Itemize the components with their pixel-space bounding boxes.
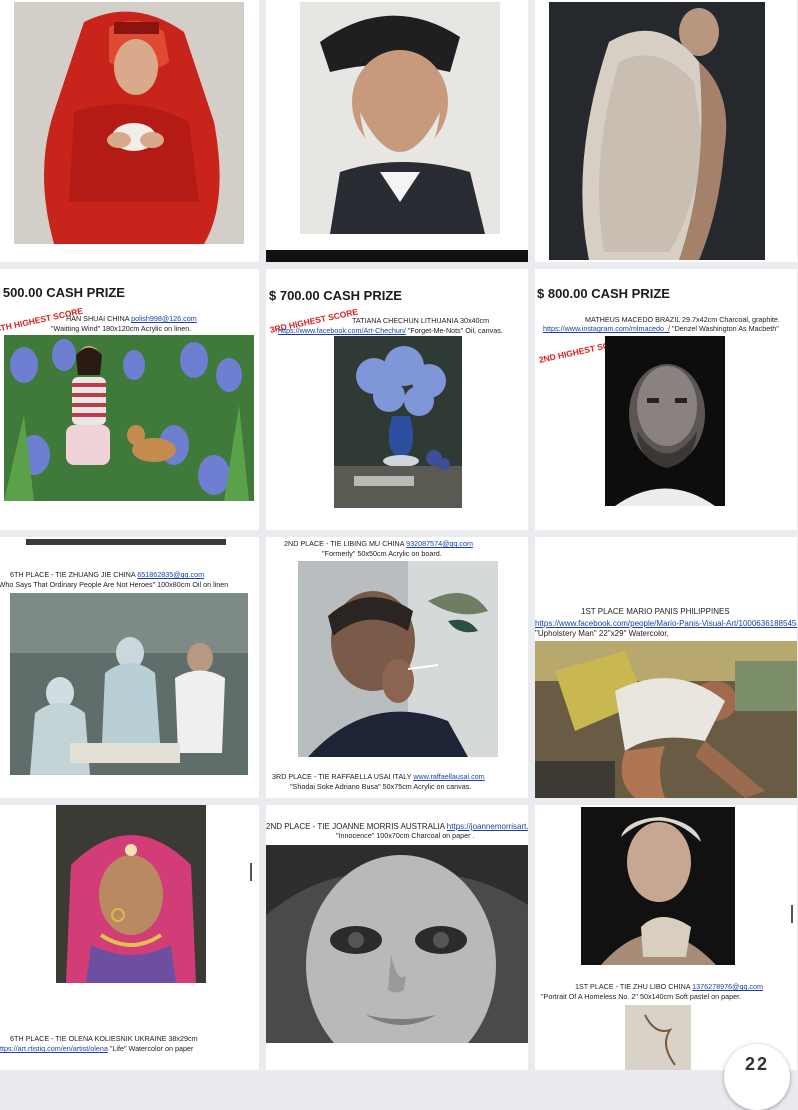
artwork-details-line: "Upholstery Man" 22"x29" Watercolor, xyxy=(535,629,669,638)
artist-name: HAN SHUAI CHINA xyxy=(66,314,130,323)
artwork-details: "Innocence" 100x70cm Charcoal on paper . xyxy=(336,831,475,840)
fab-label: 22 xyxy=(744,1054,770,1074)
artist-instagram-link[interactable]: https://www.instagram.com/mlmacedo_/ xyxy=(543,324,670,333)
artist-website-link[interactable]: www.raffaellausai.com xyxy=(413,772,484,781)
cash-prize-heading: $ 800.00 CASH PRIZE xyxy=(537,286,670,301)
artist-website-link[interactable]: https://art.rtistiq.com/en/artist/olena xyxy=(0,1044,108,1053)
artist-name: 2ND PLACE - TIE JOANNE MORRIS AUSTRALIA xyxy=(266,822,445,831)
painting-medical-heroes[interactable] xyxy=(10,593,248,775)
painting-old-man-black-hat[interactable] xyxy=(300,2,500,234)
artwork-details: "Formerly" 50x50cm Acrylic on board. xyxy=(322,549,442,558)
artist-line: 1ST PLACE MARIO PANIS PHILIPPINES xyxy=(581,607,730,616)
tile-mario-panis[interactable]: 1ST PLACE MARIO PANIS PHILIPPINES https:… xyxy=(535,537,797,798)
artwork-line: https://art.rtistiq.com/en/artist/olena … xyxy=(0,1044,194,1053)
artist-name: 2ND PLACE - TIE LIBING MU CHINA xyxy=(284,539,405,548)
painting-elderly-woman-homeless[interactable] xyxy=(581,807,735,965)
tile-tatiana-chechun[interactable]: $ 700.00 CASH PRIZE 3RD HIGHEST SCORE TA… xyxy=(266,269,528,530)
artwork-line: https://www.facebook.com/Art-Chechun/ "F… xyxy=(278,326,503,335)
tile-zhu-libo[interactable]: 1ST PLACE - TIE ZHU LIBO CHINA 137627897… xyxy=(535,805,797,1070)
artist-website-link[interactable]: https://joannemorrisart.com xyxy=(447,822,528,831)
artist-line: 6TH PLACE - TIE ZHUANG JIE CHINA 6518628… xyxy=(10,570,204,579)
artist-facebook-link[interactable]: https://www.facebook.com/people/Mario-Pa… xyxy=(535,619,797,628)
artist-line: 2ND PLACE - TIE LIBING MU CHINA 93208757… xyxy=(284,539,473,548)
painting-child-face-charcoal[interactable] xyxy=(266,845,528,1043)
painting-woman-red-scarf[interactable] xyxy=(14,2,244,244)
artist-line: HAN SHUAI CHINA polish998@126.com xyxy=(66,314,197,323)
tile-han-shuai[interactable]: $ 500.00 CASH PRIZE 4TH HIGHEST SCORE HA… xyxy=(0,269,259,530)
artwork-line: https://www.instagram.com/mlmacedo_/ "De… xyxy=(543,324,779,333)
gallery-grid: $ 500.00 CASH PRIZE 4TH HIGHEST SCORE HA… xyxy=(0,0,798,1070)
artwork-details-2: "Shodai Soke Adriano Busa" 50x75cm Acryl… xyxy=(290,782,472,791)
artist-email-link[interactable]: polish998@126.com xyxy=(131,314,197,323)
artist-email-link[interactable]: 651862835@qq.com xyxy=(137,570,204,579)
artwork-details: "Waitting Wind" 180x120cm Acrylic on lin… xyxy=(51,324,192,333)
painting-denzel-washington[interactable] xyxy=(605,336,725,506)
tile-matheus-macedo[interactable]: $ 800.00 CASH PRIZE MATHEUS MACEDO BRAZI… xyxy=(535,269,797,530)
artwork-line: https://www.facebook.com/people/Mario-Pa… xyxy=(535,619,797,628)
tile-red-scarf-woman[interactable] xyxy=(0,0,259,262)
artist-email-link[interactable]: 932087574@qq.com xyxy=(406,539,473,548)
artwork-details: "Who Says That Ordinary People Are Not H… xyxy=(0,580,229,589)
painting-woman-pink-headscarf[interactable] xyxy=(56,805,206,983)
scroll-indicator xyxy=(250,863,252,881)
tile-joanne-morris[interactable]: 2ND PLACE - TIE JOANNE MORRIS AUSTRALIA … xyxy=(266,805,528,1070)
tile-olena-koliesnik[interactable]: 6TH PLACE - TIE OLENA KOLIESNIK UKRAINE … xyxy=(0,805,259,1070)
painting-next-thumbnail[interactable] xyxy=(625,1005,691,1070)
artist-line: 1ST PLACE - TIE ZHU LIBO CHINA 137627897… xyxy=(575,982,763,991)
image-caption-bar xyxy=(266,250,528,262)
top-image-edge xyxy=(26,539,226,545)
cash-prize-heading: $ 700.00 CASH PRIZE xyxy=(269,288,402,303)
artwork-details: "Life" Watercolor on paper xyxy=(109,1044,194,1053)
scroll-indicator xyxy=(791,905,793,923)
painting-forget-me-nots[interactable] xyxy=(334,336,462,508)
painting-man-smoking[interactable] xyxy=(298,561,498,757)
artist-line-2: 3RD PLACE - TIE RAFFAELLA USAI ITALY www… xyxy=(272,772,485,781)
artwork-details: "Upholstery Man" 22"x29" Watercolor, xyxy=(535,629,669,638)
painting-figure-lace-shawl[interactable] xyxy=(549,2,765,260)
floating-action-button[interactable]: 22 xyxy=(724,1044,790,1110)
artwork-details: "Denzel Washington As Macbeth" xyxy=(672,324,779,333)
artist-line: 6TH PLACE - TIE OLENA KOLIESNIK UKRAINE … xyxy=(10,1034,198,1043)
painting-upholstery-man[interactable] xyxy=(535,641,797,798)
tile-libing-mu[interactable]: 2ND PLACE - TIE LIBING MU CHINA 93208757… xyxy=(266,537,528,798)
artist-facebook-link[interactable]: https://www.facebook.com/Art-Chechun/ xyxy=(278,326,406,335)
artist-line: 2ND PLACE - TIE JOANNE MORRIS AUSTRALIA … xyxy=(266,822,528,831)
painting-girl-hyacinths[interactable] xyxy=(4,335,254,501)
tile-lace-figure[interactable] xyxy=(535,0,797,262)
tile-old-man-hat[interactable] xyxy=(266,0,528,262)
artist-email-link[interactable]: 1376278976@qq.com xyxy=(692,982,763,991)
artist-name-2: 3RD PLACE - TIE RAFFAELLA USAI ITALY xyxy=(272,772,412,781)
artist-name: 1ST PLACE - TIE ZHU LIBO CHINA xyxy=(575,982,691,991)
tile-zhuang-jie[interactable]: 6TH PLACE - TIE ZHUANG JIE CHINA 6518628… xyxy=(0,537,259,798)
artwork-details: "Forget-Me-Nots" Oil, canvas. xyxy=(407,326,503,335)
artist-name: 6TH PLACE - TIE ZHUANG JIE CHINA xyxy=(10,570,136,579)
artist-line: TATIANA CHECHUN LITHUANIA 30x40cm xyxy=(352,316,490,325)
artwork-details: "Portrait Of A Homeless No. 2" 50x140cm … xyxy=(541,992,742,1001)
cash-prize-heading: $ 500.00 CASH PRIZE xyxy=(0,285,125,300)
